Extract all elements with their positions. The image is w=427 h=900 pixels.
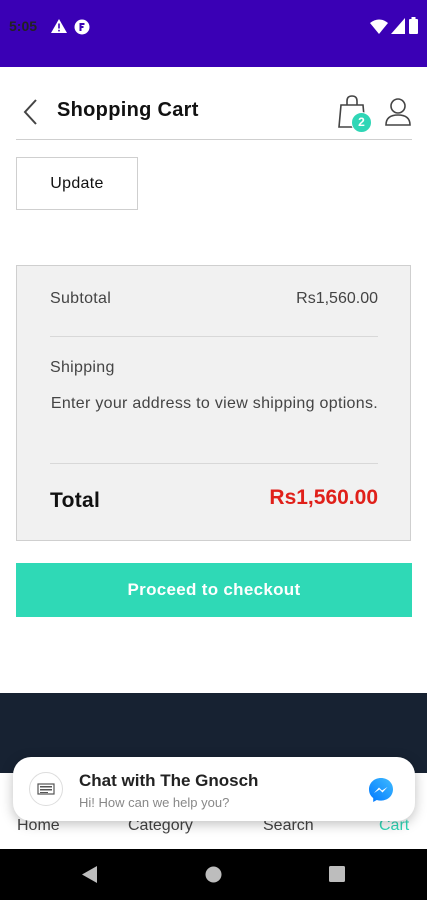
- total-label: Total: [50, 489, 101, 512]
- status-time: 5:05: [9, 18, 38, 34]
- total-value: Rs1,560.00: [269, 486, 378, 509]
- shipping-note: Enter your address to view shipping opti…: [50, 395, 378, 412]
- user-icon[interactable]: [384, 96, 412, 128]
- status-bar: [0, 0, 427, 67]
- alert-icon: [51, 19, 67, 33]
- shipping-label: Shipping: [50, 359, 115, 376]
- subtotal-label: Subtotal: [50, 290, 112, 307]
- chat-title: Chat with The Gnosch: [79, 771, 259, 790]
- divider: [50, 463, 378, 464]
- cart-count-badge: 2: [351, 112, 372, 133]
- home-circle-icon[interactable]: [205, 866, 222, 883]
- update-cart-button[interactable]: Update: [16, 157, 138, 210]
- proceed-to-checkout-button[interactable]: Proceed to checkout: [16, 563, 412, 617]
- page-title: Shopping Cart: [57, 99, 199, 121]
- back-triangle-icon[interactable]: [82, 866, 98, 883]
- chat-brand-logo: [29, 772, 63, 806]
- subtotal-value: Rs1,560.00: [296, 290, 378, 307]
- app-notification-icon: [74, 19, 90, 35]
- signal-icon: [391, 18, 405, 34]
- chat-subtitle: Hi! How can we help you?: [79, 795, 230, 810]
- brand-logo-icon: [37, 783, 55, 795]
- divider: [50, 336, 378, 337]
- recents-square-icon[interactable]: [329, 866, 345, 882]
- battery-icon: [409, 17, 418, 34]
- messenger-icon[interactable]: [367, 776, 395, 804]
- back-chevron-icon[interactable]: [18, 96, 46, 128]
- header-divider: [16, 139, 412, 140]
- wifi-icon: [370, 19, 388, 34]
